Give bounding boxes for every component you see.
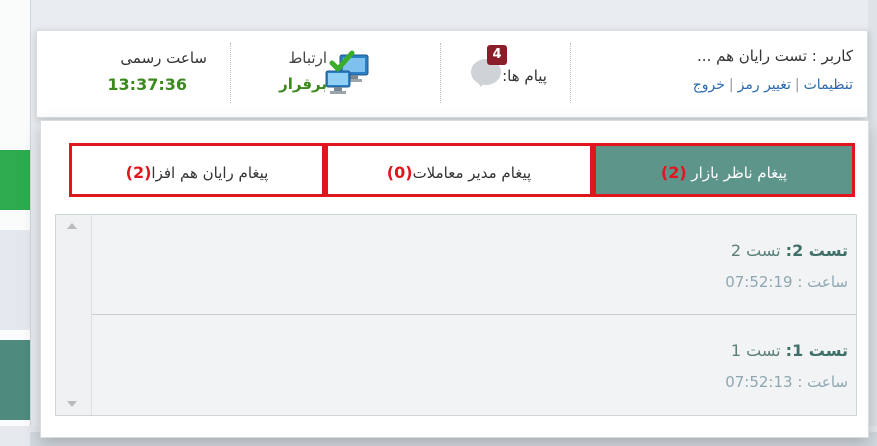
message-item[interactable]: تست 1: تست 1 ساعت : 07:52:13 bbox=[92, 315, 856, 415]
message-tabs: پیغام ناظر بازار (2) پیغام مدیر معاملات(… bbox=[69, 143, 855, 201]
background-teal-band bbox=[0, 340, 30, 420]
header-bar: کاربر : تست رایان هم ... تنظیمات|تغییر ر… bbox=[36, 30, 868, 118]
official-time: 13:37:36 bbox=[107, 75, 187, 94]
link-divider: | bbox=[794, 77, 800, 93]
message-items: تست 2: تست 2 ساعت : 07:52:19 تست 1: تست … bbox=[92, 215, 856, 415]
background-green-band bbox=[0, 150, 30, 210]
user-links: تنظیمات|تغییر رمز|خروج bbox=[693, 77, 853, 93]
link-divider: | bbox=[728, 77, 734, 93]
change-password-link[interactable]: تغییر رمز bbox=[738, 77, 791, 93]
messages-button[interactable]: 4 bbox=[469, 45, 509, 87]
tab-label: پیغام ناظر بازار bbox=[686, 164, 788, 182]
header-divider bbox=[230, 43, 231, 103]
user-name: کاربر : تست رایان هم ... bbox=[697, 47, 853, 65]
tab-count: (2) bbox=[125, 163, 152, 182]
tab-count: (0) bbox=[386, 163, 413, 182]
messages-count-badge: 4 bbox=[487, 45, 507, 65]
tab-market-supervisor[interactable]: پیغام ناظر بازار (2) bbox=[593, 143, 855, 197]
logout-link[interactable]: خروج bbox=[693, 77, 725, 93]
settings-link[interactable]: تنظیمات bbox=[804, 77, 853, 93]
tab-count: (2) bbox=[660, 163, 687, 182]
messages-panel: پیغام ناظر بازار (2) پیغام مدیر معاملات(… bbox=[40, 120, 869, 438]
chevron-down-icon[interactable] bbox=[67, 401, 77, 407]
message-time: ساعت : 07:52:19 bbox=[725, 273, 848, 291]
connection-status: برقرار bbox=[279, 75, 327, 93]
message-time: ساعت : 07:52:13 bbox=[725, 373, 848, 391]
message-title: تست 2: تست 2 bbox=[730, 241, 848, 260]
tab-label: پیغام مدیر معاملات bbox=[412, 164, 532, 182]
header-divider bbox=[570, 43, 571, 103]
message-list: تست 2: تست 2 ساعت : 07:52:19 تست 1: تست … bbox=[55, 214, 857, 416]
tab-rayan-hamafza[interactable]: پیغام رایان هم افزا(2) bbox=[69, 143, 325, 197]
background-right-edge bbox=[868, 0, 877, 446]
chevron-up-icon[interactable] bbox=[67, 223, 77, 229]
tab-trading-manager[interactable]: پیغام مدیر معاملات(0) bbox=[325, 143, 593, 197]
scrollbar[interactable] bbox=[56, 215, 92, 415]
message-title: تست 1: تست 1 bbox=[730, 341, 848, 360]
official-time-label: ساعت رسمی bbox=[120, 49, 207, 67]
background-gray-band bbox=[0, 230, 30, 330]
connection-label: ارتباط bbox=[288, 49, 327, 67]
header-divider bbox=[440, 43, 441, 103]
message-item[interactable]: تست 2: تست 2 ساعت : 07:52:19 bbox=[92, 215, 856, 315]
network-connected-icon bbox=[322, 49, 378, 99]
tab-label: پیغام رایان هم افزا bbox=[151, 164, 269, 182]
